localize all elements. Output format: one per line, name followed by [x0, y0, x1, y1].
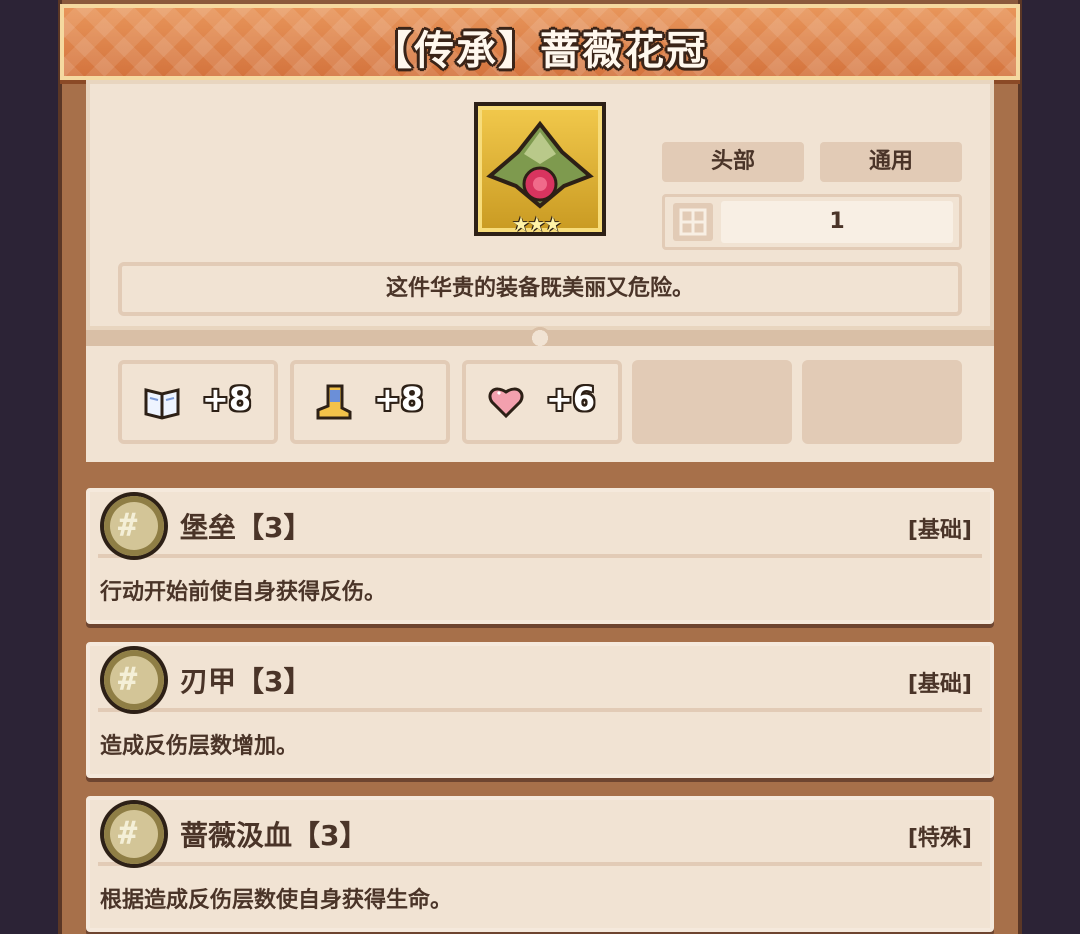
stat-slot-empty-1: [632, 360, 792, 444]
skill-card[interactable]: # 刃甲【3】 [基础] 造成反伤层数增加。: [86, 642, 994, 778]
stat-slot-3[interactable]: +6: [462, 360, 622, 444]
stat-slot-1[interactable]: +8: [118, 360, 278, 444]
stat-slot-empty-2: [802, 360, 962, 444]
stat-value: +8: [202, 380, 252, 418]
stat-slot-2[interactable]: +8: [290, 360, 450, 444]
slot-tag: 头部: [662, 142, 804, 182]
skill-header: # 刃甲【3】 [基础]: [98, 650, 982, 712]
grid-icon: [673, 203, 713, 241]
book-icon: [142, 382, 182, 422]
skill-description: 造成反伤层数增加。: [100, 734, 299, 759]
class-tag: 通用: [820, 142, 962, 182]
boot-icon: [314, 382, 354, 422]
skill-hash-icon: #: [104, 496, 164, 556]
skill-name: 蔷薇汲血【3】: [180, 819, 368, 852]
skill-header: # 堡垒【3】 [基础]: [98, 496, 982, 558]
level-field: 1: [662, 194, 962, 250]
item-description: 这件华贵的装备既美丽又危险。: [118, 262, 962, 316]
stat-value: +6: [546, 380, 596, 418]
level-value: 1: [721, 201, 953, 243]
skill-name: 刃甲【3】: [180, 665, 312, 698]
skill-type: [基础]: [907, 672, 972, 697]
rose-crown-icon[interactable]: ★★★: [474, 102, 606, 236]
title-banner: 【传承】蔷薇花冠: [60, 4, 1020, 80]
stat-value: +8: [374, 380, 424, 418]
item-title: 【传承】蔷薇花冠: [372, 28, 708, 74]
skill-description: 行动开始前使自身获得反伤。: [100, 580, 387, 605]
skill-hash-icon: #: [104, 804, 164, 864]
skill-name: 堡垒【3】: [180, 511, 312, 544]
skill-card[interactable]: # 堡垒【3】 [基础] 行动开始前使自身获得反伤。: [86, 488, 994, 624]
skill-hash-icon: #: [104, 650, 164, 710]
skill-card[interactable]: # 蔷薇汲血【3】 [特殊] 根据造成反伤层数使自身获得生命。: [86, 796, 994, 932]
star-rating: ★★★: [512, 212, 562, 236]
skill-header: # 蔷薇汲血【3】 [特殊]: [98, 804, 982, 866]
skill-description: 根据造成反伤层数使自身获得生命。: [100, 888, 453, 913]
skill-type: [基础]: [907, 518, 972, 543]
heart-icon: [486, 382, 526, 422]
skill-type: [特殊]: [907, 826, 972, 851]
